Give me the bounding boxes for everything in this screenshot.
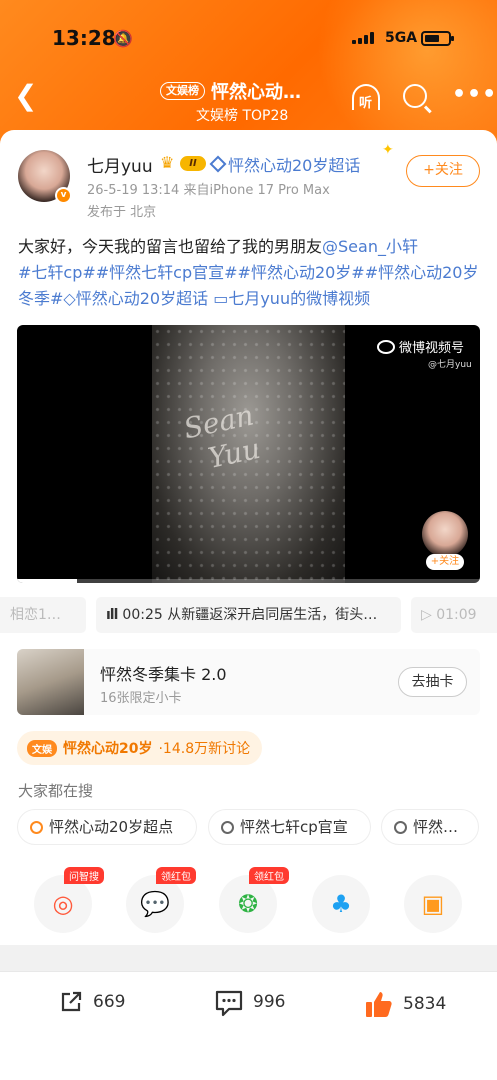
video-watermark: 微博视频号	[377, 337, 464, 356]
chapter-strip: 相恋1… ıll 00:25 从新疆返深开启同居生活，街头… ▷ 01:09	[0, 597, 497, 635]
save-image-icon: ▣	[421, 890, 445, 918]
share-tag: 领红包	[249, 867, 289, 884]
network-label: 5GA	[385, 30, 418, 46]
rank-tag: 文娱榜	[160, 82, 205, 100]
search-suggestion[interactable]: 怦然…	[381, 809, 479, 845]
post-location: 发布于 北京	[87, 205, 157, 220]
hot-topic-pill[interactable]: 文娱 怦然心动20岁 ·14.8万新讨论	[17, 731, 263, 765]
repost-button[interactable]: 669	[57, 988, 125, 1016]
chapter-label: 相恋1…	[10, 607, 61, 623]
sparkle-icon: ✦	[382, 142, 394, 158]
qq-share[interactable]: ♣	[312, 875, 370, 933]
like-count: 5834	[403, 994, 447, 1014]
video-player[interactable]: Sean Yuu 微博视频号 @七月yuu +关注	[17, 325, 480, 583]
hot-topic-count: ·14.8万新讨论	[158, 741, 251, 757]
signal-icon	[352, 32, 374, 44]
watermark-label: 微博视频号	[399, 341, 465, 356]
listen-icon[interactable]: 听	[350, 84, 384, 112]
repost-icon	[57, 988, 85, 1016]
status-time: 13:28	[52, 26, 116, 50]
more-icon[interactable]: •••	[452, 82, 497, 107]
back-icon[interactable]: ❮	[14, 82, 37, 110]
super-topic-label: 怦然心动20岁超话	[228, 156, 361, 175]
share-tag: 领红包	[156, 867, 196, 884]
action-bar: 669 996 5834	[0, 971, 497, 1080]
super-topic-link[interactable]: 怦然心动20岁超话	[209, 152, 361, 176]
draw-card-button[interactable]: 去抽卡	[398, 667, 467, 697]
chapter-chip-active[interactable]: ıll 00:25 从新疆返深开启同居生活，街头…	[96, 597, 401, 633]
wechat-share[interactable]: 💬 领红包	[126, 867, 196, 933]
status-bar: 13:28 🔕 5GA	[0, 26, 497, 54]
video-progress[interactable]	[17, 579, 480, 583]
verified-badge-icon: v	[55, 187, 72, 204]
video-link-icon: ▭	[213, 289, 229, 308]
avatar[interactable]: v	[18, 150, 72, 204]
search-icon	[30, 820, 43, 834]
video-link[interactable]: 七月yuu的微博视频	[228, 289, 370, 308]
mention-link[interactable]: @Sean_小轩	[322, 237, 418, 256]
post-body: 大家好，今天我的留言也留给了我的男朋友@Sean_小轩 #七轩cp##怦然七轩c…	[18, 234, 480, 312]
inline-super-topic-link[interactable]: 怦然心动20岁超话	[76, 289, 208, 308]
post-time-device: 26-5-19 13:14 来自iPhone 17 Pro Max	[87, 183, 330, 198]
post-card: v 七月yuu ♛ II 怦然心动20岁超话 ✦ +关注 26-5-19 13:…	[0, 130, 497, 945]
chapter-label: 01:09	[436, 607, 477, 623]
listen-label: 听	[359, 96, 373, 111]
inline-diamond-icon: ◇	[63, 289, 76, 308]
play-icon: ▷	[421, 607, 437, 623]
comment-count: 996	[253, 992, 286, 1012]
post-text: 大家好，今天我的留言也留给了我的男朋友	[18, 237, 323, 256]
search-suggestion[interactable]: 怦然七轩cp官宣	[208, 809, 371, 845]
search-heading: 大家都在搜	[18, 782, 94, 800]
video-progress-fill	[17, 579, 77, 583]
nav-subtitle[interactable]: 文娱榜 TOP28	[196, 105, 288, 125]
chapter-chip[interactable]: 相恋1…	[0, 597, 86, 633]
weibo-logo-icon	[377, 339, 395, 354]
like-button[interactable]: 5834	[363, 988, 446, 1020]
promo-card[interactable]: 怦然冬季集卡 2.0 16张限定小卡 去抽卡	[17, 649, 480, 715]
playing-bars-icon: ıll	[106, 607, 118, 623]
member-level-badge[interactable]: ♛ II	[160, 153, 208, 173]
nav-title-row[interactable]: 文娱榜 怦然心动…	[160, 78, 301, 104]
save-image-share[interactable]: ▣	[404, 875, 462, 933]
promo-title: 怦然冬季集卡 2.0	[100, 665, 227, 684]
top-nav: ❮ 文娱榜 怦然心动… 文娱榜 TOP28 听 •••	[0, 76, 497, 126]
crown-icon: ♛	[160, 153, 175, 172]
video-follow-button[interactable]: +关注	[426, 554, 464, 570]
search-suggestion[interactable]: 怦然心动20岁超点	[17, 809, 197, 845]
battery-icon	[421, 31, 454, 46]
comment-button[interactable]: 996	[213, 988, 286, 1017]
divider-band	[0, 945, 497, 971]
video-author-avatar[interactable]	[422, 511, 468, 557]
promo-thumbnail	[17, 649, 84, 715]
nav-title: 怦然心动…	[211, 82, 301, 103]
author-name[interactable]: 七月yuu	[87, 152, 153, 177]
hot-topic-badge: 文娱	[27, 739, 57, 757]
qq-icon: ♣	[330, 890, 352, 918]
thumbs-up-icon	[363, 988, 395, 1020]
moments-share[interactable]: ❂ 领红包	[219, 867, 289, 933]
follow-button[interactable]: +关注	[406, 155, 480, 187]
search-icon	[394, 820, 407, 834]
ask-search-share[interactable]: ◎ 问智搜	[34, 867, 104, 933]
search-suggestion-label: 怦然七轩cp官宣	[240, 818, 348, 836]
chapter-chip[interactable]: ▷ 01:09	[411, 597, 497, 633]
hot-topic-name: 怦然心动20岁	[63, 741, 153, 757]
mute-bell-icon: 🔕	[113, 29, 133, 48]
video-scribble: Sean Yuu	[181, 398, 264, 479]
watermark-user: @七月yuu	[428, 360, 472, 370]
promo-subtitle: 16张限定小卡	[100, 691, 182, 706]
level-label: II	[180, 156, 206, 171]
search-icon[interactable]	[403, 84, 427, 108]
comment-icon	[213, 988, 245, 1017]
search-suggestion-label: 怦然…	[413, 818, 459, 836]
diamond-icon	[209, 155, 227, 173]
share-tag: 问智搜	[64, 867, 104, 884]
search-icon	[221, 820, 234, 834]
repost-count: 669	[93, 992, 126, 1012]
chapter-label: 00:25 从新疆返深开启同居生活，街头…	[122, 607, 378, 623]
search-suggestion-label: 怦然心动20岁超点	[49, 818, 174, 836]
